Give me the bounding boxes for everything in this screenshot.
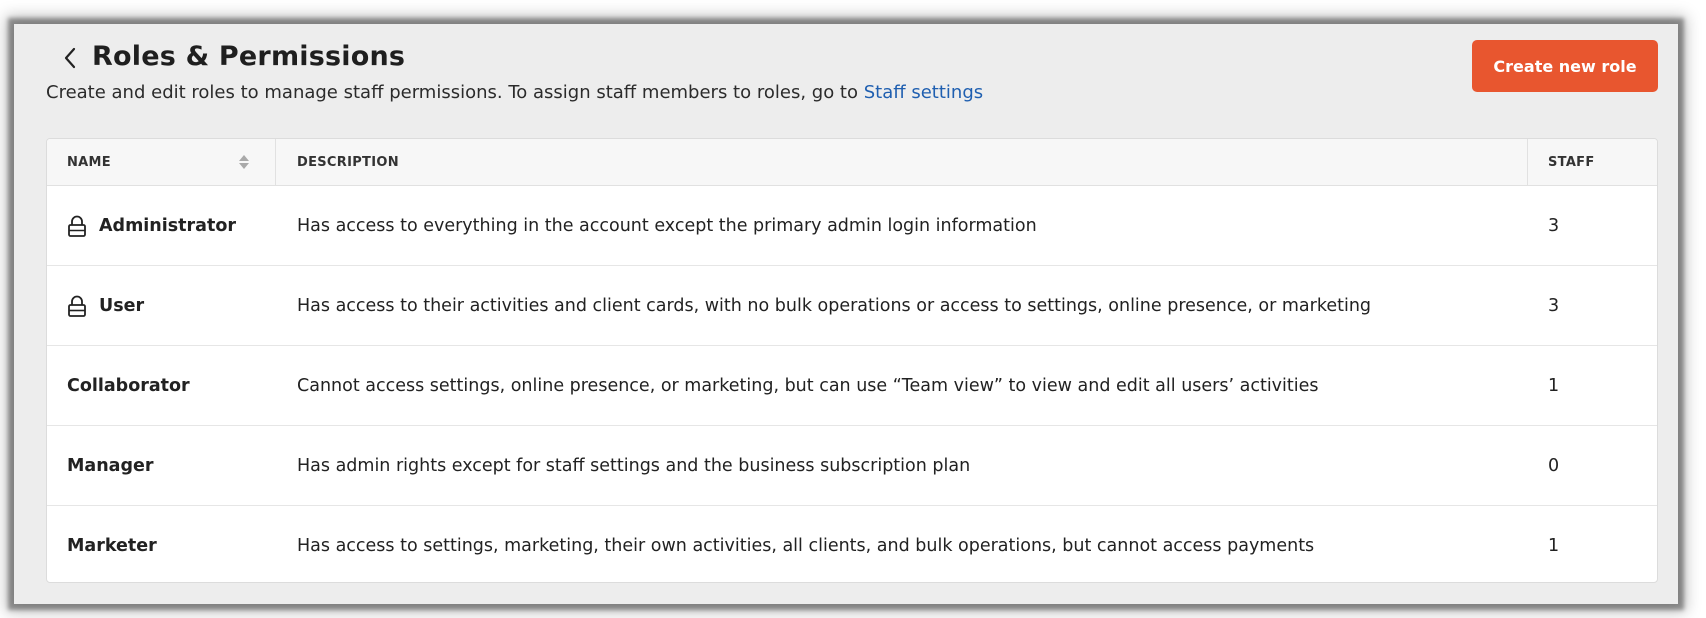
chevron-left-icon [64,47,76,69]
role-name: Manager [67,455,154,476]
column-header-name[interactable]: NAME [47,139,276,185]
role-staff-count: 1 [1548,375,1560,396]
table-header: NAME DESCRIPTION STAFF [47,139,1657,186]
header: Roles & Permissions [58,36,405,76]
lock-icon [67,215,87,237]
roles-permissions-page: Roles & Permissions Create and edit role… [14,24,1678,604]
table-row-collaborator[interactable]: Collaborator Cannot access settings, onl… [47,346,1657,426]
role-name-cell: Manager [47,426,276,505]
table-row-marketer[interactable]: Marketer Has access to settings, marketi… [47,506,1657,582]
role-description: Has access to settings, marketing, their… [297,535,1315,556]
role-name-cell: Marketer [47,506,276,582]
role-description: Has admin rights except for staff settin… [297,455,971,476]
column-header-staff: STAFF [1528,139,1657,185]
column-header-staff-label: STAFF [1548,154,1595,170]
column-header-description: DESCRIPTION [276,139,1528,185]
table-row-administrator[interactable]: Administrator Has access to everything i… [47,186,1657,266]
subtitle-text: Create and edit roles to manage staff pe… [46,82,864,103]
role-name-cell: User [47,266,276,345]
staff-settings-link[interactable]: Staff settings [864,82,983,103]
table-row-manager[interactable]: Manager Has admin rights except for staf… [47,426,1657,506]
role-description: Cannot access settings, online presence,… [297,375,1319,396]
role-staff-count: 3 [1548,295,1560,316]
table-row-user[interactable]: User Has access to their activities and … [47,266,1657,346]
create-new-role-button[interactable]: Create new role [1472,40,1658,92]
role-name-cell: Collaborator [47,346,276,425]
roles-table: NAME DESCRIPTION STAFF Administrator Has… [46,138,1658,583]
role-description: Has access to everything in the account … [297,215,1037,236]
sort-icon[interactable] [239,155,249,169]
page-title: Roles & Permissions [92,40,406,72]
role-name: Collaborator [67,375,190,396]
column-header-name-label: NAME [67,154,111,170]
role-name: Administrator [99,215,237,236]
role-description: Has access to their activities and clien… [297,295,1372,316]
lock-icon [67,295,87,317]
role-staff-count: 1 [1548,535,1560,556]
role-name-cell: Administrator [47,186,276,265]
role-name: User [99,295,145,316]
page-subtitle: Create and edit roles to manage staff pe… [46,82,983,103]
role-staff-count: 0 [1548,455,1560,476]
role-staff-count: 3 [1548,215,1560,236]
back-button[interactable] [58,43,82,73]
role-name: Marketer [67,535,157,556]
column-header-description-label: DESCRIPTION [297,154,399,170]
